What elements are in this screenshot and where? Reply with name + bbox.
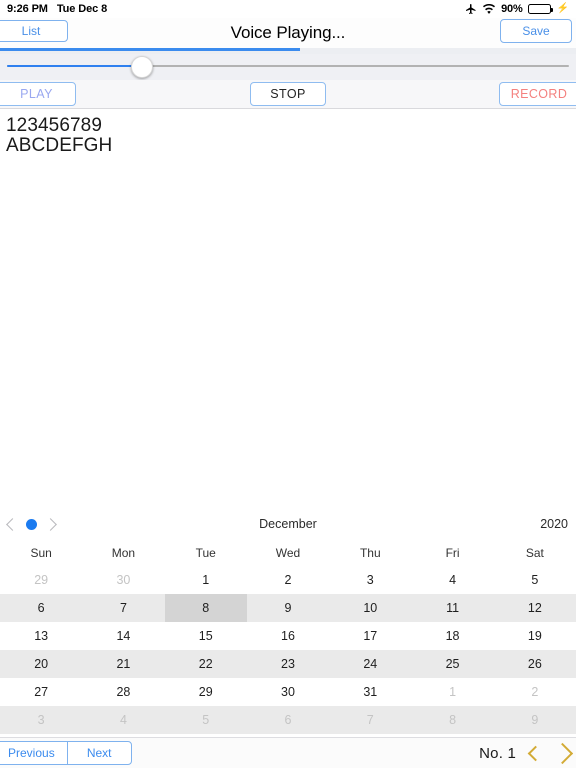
calendar-day[interactable]: 14 (82, 622, 164, 650)
calendar-weekday-label: Thu (359, 546, 381, 560)
status-bar: 9:26 PM Tue Dec 8 90% ⚡ (0, 0, 576, 18)
calendar-header: December 2020 (0, 508, 576, 540)
next-page-chevron-right-icon[interactable] (551, 742, 574, 765)
calendar-weekday-label: Wed (275, 546, 301, 560)
page-navigation: No. 1 (479, 738, 574, 768)
calendar-day[interactable]: 4 (82, 706, 164, 734)
previous-page-chevron-left-icon[interactable] (527, 745, 544, 762)
battery-percent-label: 90% (501, 3, 523, 15)
navigation-bar: List Voice Playing... Save (0, 18, 576, 48)
calendar-weekday-label: Tue (195, 546, 216, 560)
status-bar-right: 90% ⚡ (465, 3, 569, 15)
calendar-day[interactable]: 5 (165, 706, 247, 734)
page-title: Voice Playing... (230, 23, 346, 42)
slider-fill (7, 65, 142, 67)
calendar-weekday-label: Fri (445, 546, 460, 560)
calendar-day[interactable]: 9 (247, 594, 329, 622)
calendar-day-selected[interactable]: 8 (164, 594, 247, 622)
calendar-day[interactable]: 9 (494, 706, 576, 734)
calendar-week-row: 6 7 8 9 10 11 12 (0, 594, 576, 622)
status-time: 9:26 PM (7, 3, 48, 15)
calendar: December 2020 Sun Mon Tue Wed Thu Fri Sat 29 30… (0, 508, 576, 737)
calendar-week-row: 29 30 1 2 3 4 5 (0, 566, 576, 594)
calendar-day[interactable]: 16 (247, 622, 329, 650)
calendar-weekday-label: Sun (30, 546, 52, 560)
calendar-week-row: 13 14 15 16 17 18 19 (0, 622, 576, 650)
calendar-day[interactable]: 2 (494, 678, 576, 706)
calendar-day[interactable]: 7 (82, 594, 164, 622)
calendar-week-row: 3456789 (0, 706, 576, 734)
calendar-day[interactable]: 6 (0, 594, 82, 622)
bottom-toolbar: Previous Next No. 1 (0, 737, 576, 768)
calendar-day[interactable]: 25 (411, 650, 493, 678)
calendar-day[interactable]: 23 (247, 650, 329, 678)
calendar-day[interactable]: 11 (411, 594, 493, 622)
calendar-day[interactable]: 27 (0, 678, 82, 706)
stop-button[interactable]: STOP (250, 82, 326, 106)
calendar-day[interactable]: 21 (82, 650, 164, 678)
calendar-day[interactable]: 29 (0, 566, 82, 594)
calendar-weeks: 29 30 1 2 3 4 5 6 7 8 9 10 11 12 13 14 15 16 17 18 19 20 21 22 2… (0, 566, 576, 734)
airplane-icon (465, 3, 477, 15)
slider-thumb[interactable] (130, 56, 153, 78)
play-button[interactable]: PLAY (0, 82, 76, 106)
calendar-day[interactable]: 22 (165, 650, 247, 678)
calendar-day[interactable]: 30 (82, 566, 164, 594)
calendar-day[interactable]: 29 (165, 678, 247, 706)
prev-next-segmented-control: Previous Next (0, 741, 132, 765)
calendar-day[interactable]: 4 (411, 566, 493, 594)
app-root: 9:26 PM Tue Dec 8 90% ⚡ List Voice Playi… (0, 0, 576, 768)
calendar-day[interactable]: 18 (411, 622, 493, 650)
calendar-day[interactable]: 12 (494, 594, 576, 622)
calendar-day[interactable]: 20 (0, 650, 82, 678)
page-number-label: No. 1 (479, 745, 516, 762)
calendar-day[interactable]: 5 (494, 566, 576, 594)
playback-slider[interactable] (0, 54, 576, 80)
record-button[interactable]: RECORD (499, 82, 576, 106)
transport-toolbar: PLAY STOP RECORD (0, 80, 576, 108)
calendar-week-row: 20 21 22 23 24 25 26 (0, 650, 576, 678)
status-date: Tue Dec 8 (56, 3, 108, 15)
battery-icon (527, 4, 553, 14)
calendar-day[interactable]: 30 (247, 678, 329, 706)
transcript-line: ABCDEFGH (6, 135, 113, 156)
calendar-day[interactable]: 2 (247, 566, 329, 594)
calendar-day[interactable]: 3 (0, 706, 82, 734)
calendar-day[interactable]: 8 (411, 706, 493, 734)
calendar-month-label: December (259, 517, 317, 531)
toolbar-divider (0, 108, 576, 109)
calendar-day[interactable]: 17 (329, 622, 411, 650)
calendar-year-label: 2020 (540, 517, 568, 531)
calendar-day[interactable]: 13 (0, 622, 82, 650)
transcript-text-area[interactable]: 123456789 ABCDEFGH (0, 112, 576, 508)
transcript-line: 123456789 (6, 115, 103, 136)
calendar-day[interactable]: 26 (494, 650, 576, 678)
lightning-bolt-icon: ⚡ (556, 3, 569, 14)
save-button[interactable]: Save (500, 19, 572, 43)
calendar-day[interactable]: 28 (82, 678, 164, 706)
playback-progress-fill (0, 48, 300, 51)
calendar-weekday-row: Sun Mon Tue Wed Thu Fri Sat (0, 540, 576, 566)
calendar-day[interactable]: 1 (411, 678, 493, 706)
calendar-day[interactable]: 7 (329, 706, 411, 734)
calendar-day[interactable]: 10 (329, 594, 411, 622)
calendar-day[interactable]: 15 (165, 622, 247, 650)
calendar-weekday-label: Mon (111, 546, 136, 560)
calendar-day[interactable]: 1 (165, 566, 247, 594)
calendar-day[interactable]: 3 (329, 566, 411, 594)
previous-button[interactable]: Previous (0, 742, 67, 764)
calendar-day[interactable]: 19 (494, 622, 576, 650)
calendar-day[interactable]: 24 (329, 650, 411, 678)
next-button[interactable]: Next (66, 742, 131, 764)
calendar-weekday-label: Sat (525, 546, 544, 560)
wifi-icon (482, 3, 496, 15)
status-bar-left: 9:26 PM Tue Dec 8 (7, 3, 107, 15)
calendar-week-row: 27 28 29 30 31 1 2 (0, 678, 576, 706)
calendar-day[interactable]: 31 (329, 678, 411, 706)
calendar-day[interactable]: 6 (247, 706, 329, 734)
